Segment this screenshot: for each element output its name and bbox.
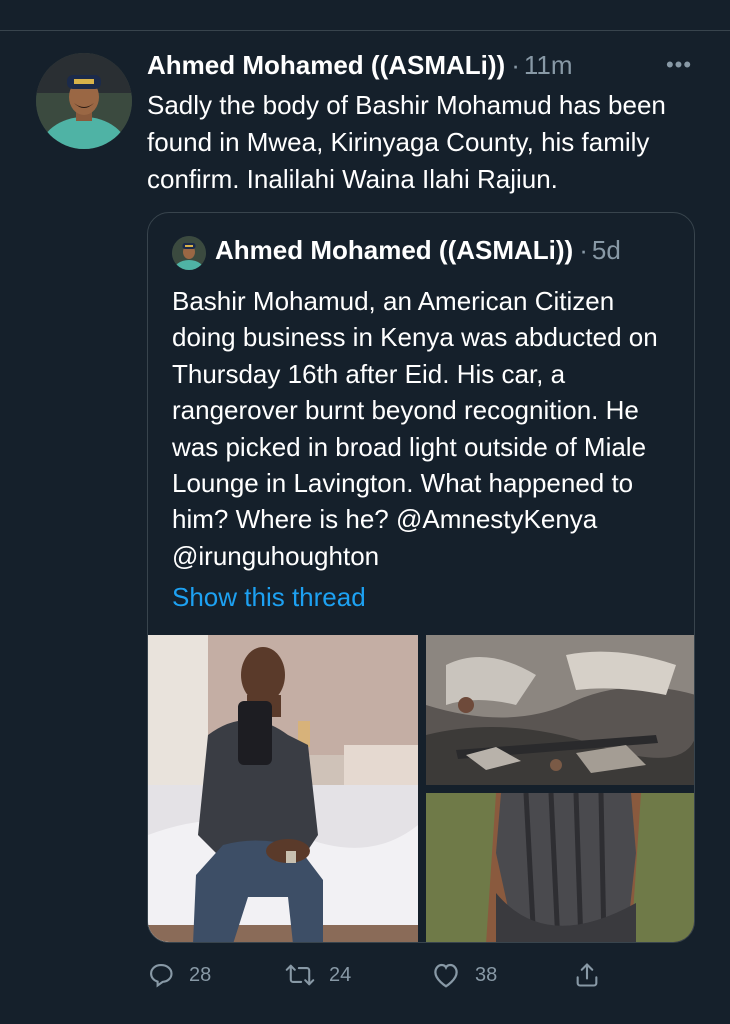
share-icon bbox=[573, 961, 601, 989]
retweet-count: 24 bbox=[329, 963, 352, 986]
reply-count: 28 bbox=[189, 963, 212, 986]
like-icon bbox=[431, 961, 461, 989]
tweet-actions: 28 24 38 bbox=[147, 955, 617, 995]
media-photo-burnt-car[interactable] bbox=[426, 635, 694, 785]
retweet-button[interactable]: 24 bbox=[285, 955, 351, 995]
tweet-header: Ahmed Mohamed ((ASMALi)) · 11m bbox=[147, 50, 573, 84]
author-avatar[interactable] bbox=[36, 53, 132, 149]
tweet-timestamp[interactable]: 11m bbox=[524, 50, 573, 81]
tweet-text: Sadly the body of Bashir Mohamud has bee… bbox=[147, 90, 666, 194]
share-button[interactable] bbox=[573, 955, 601, 995]
media-grid bbox=[148, 635, 694, 942]
media-photo-selfie[interactable] bbox=[148, 635, 418, 942]
quoted-author-name: Ahmed Mohamed ((ASMALi)) bbox=[215, 235, 574, 265]
reply-icon bbox=[147, 961, 175, 989]
top-divider bbox=[0, 0, 730, 31]
quoted-time-separator: · bbox=[579, 235, 588, 265]
quoted-tweet-text: Bashir Mohamud, an American Citizen doin… bbox=[172, 286, 658, 571]
quoted-tweet-timestamp: 5d bbox=[591, 235, 621, 265]
like-button[interactable]: 38 bbox=[431, 955, 497, 995]
show-thread-link[interactable]: Show this thread bbox=[172, 582, 366, 613]
media-photo-tyre[interactable] bbox=[426, 793, 694, 942]
quoted-tweet-card[interactable]: Ahmed Mohamed ((ASMALi)) · 5d Bashir Moh… bbox=[147, 212, 695, 943]
quoted-tweet-header: Ahmed Mohamed ((ASMALi)) · 5d bbox=[215, 235, 621, 269]
time-separator: · bbox=[511, 50, 520, 80]
like-count: 38 bbox=[475, 963, 498, 986]
retweet-icon bbox=[285, 961, 315, 989]
author-name[interactable]: Ahmed Mohamed ((ASMALi)) bbox=[147, 50, 505, 81]
more-dots-icon[interactable]: ••• bbox=[664, 54, 694, 76]
reply-button[interactable]: 28 bbox=[147, 955, 211, 995]
quoted-author-avatar bbox=[172, 236, 206, 270]
